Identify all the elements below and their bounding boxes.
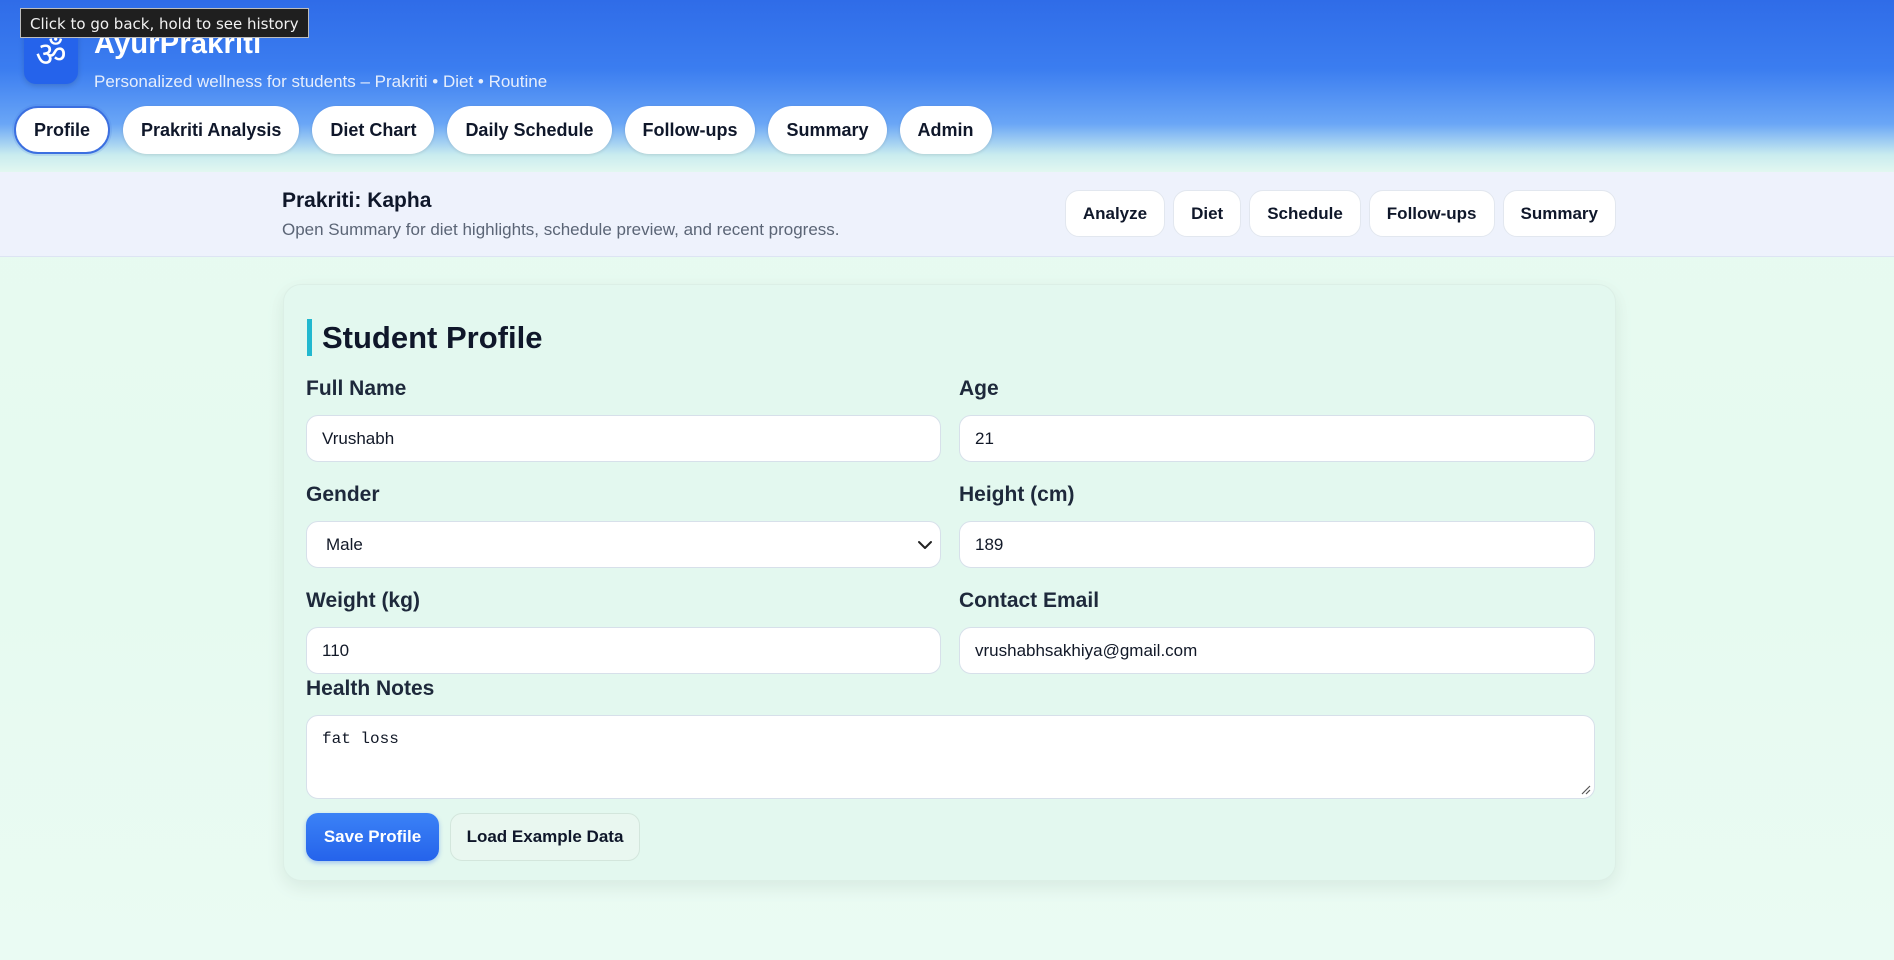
age-label: Age — [959, 377, 999, 400]
app-subtitle: Personalized wellness for students – Pra… — [94, 72, 548, 91]
prakriti-status-title: Prakriti: Kapha — [282, 189, 432, 212]
card-title: Student Profile — [307, 319, 542, 356]
student-profile-card: Student Profile Full Name Vrushabh Age 2… — [283, 284, 1616, 881]
save-profile-button[interactable]: Save Profile — [306, 813, 439, 861]
load-example-data-button[interactable]: Load Example Data — [450, 813, 640, 861]
height-input[interactable]: 189 — [959, 521, 1595, 568]
health-notes-label: Health Notes — [306, 677, 435, 700]
health-notes-value: fat loss — [322, 730, 399, 748]
tab-profile[interactable]: Profile — [14, 106, 111, 154]
email-input[interactable]: vrushabhsakhiya@gmail.com — [959, 627, 1595, 674]
height-label: Height (cm) — [959, 483, 1075, 506]
gender-select[interactable]: Male — [306, 521, 941, 568]
resize-handle-icon[interactable] — [1579, 783, 1591, 795]
gender-select-value: Male — [326, 534, 363, 554]
weight-label: Weight (kg) — [306, 589, 420, 612]
gender-label: Gender — [306, 483, 380, 506]
tab-follow-ups[interactable]: Follow-ups — [624, 106, 756, 154]
health-notes-textarea[interactable]: fat loss — [306, 715, 1595, 799]
quick-link-summary[interactable]: Summary — [1502, 190, 1616, 237]
main-nav: Profile Prakriti Analysis Diet Chart Dai… — [14, 106, 992, 154]
quick-link-follow-ups[interactable]: Follow-ups — [1368, 190, 1495, 237]
prakriti-status-description: Open Summary for diet highlights, schedu… — [282, 220, 840, 239]
tab-summary[interactable]: Summary — [768, 106, 887, 154]
back-button-tooltip: Click to go back, hold to see history — [20, 8, 309, 38]
full-name-input[interactable]: Vrushabh — [306, 415, 941, 462]
full-name-label: Full Name — [306, 377, 407, 400]
quick-link-analyze[interactable]: Analyze — [1064, 190, 1166, 237]
age-input[interactable]: 21 — [959, 415, 1595, 462]
weight-input[interactable]: 110 — [306, 627, 941, 674]
email-label: Contact Email — [959, 589, 1100, 612]
prakriti-status-bar: Prakriti: Kapha Open Summary for diet hi… — [0, 172, 1894, 257]
tab-daily-schedule[interactable]: Daily Schedule — [447, 106, 612, 154]
chevron-down-icon — [918, 541, 932, 549]
tab-admin[interactable]: Admin — [899, 106, 992, 154]
quick-link-schedule[interactable]: Schedule — [1249, 190, 1361, 237]
quick-link-diet[interactable]: Diet — [1173, 190, 1242, 237]
tab-prakriti-analysis[interactable]: Prakriti Analysis — [123, 106, 300, 154]
quick-links: Analyze Diet Schedule Follow-ups Summary — [1064, 190, 1616, 237]
tab-diet-chart[interactable]: Diet Chart — [312, 106, 435, 154]
